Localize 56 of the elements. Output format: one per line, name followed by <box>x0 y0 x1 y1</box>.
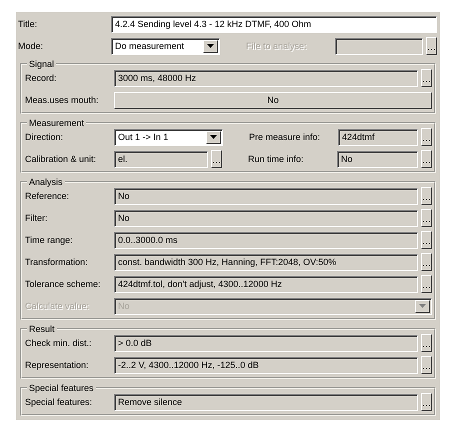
title-field[interactable]: 4.2.4 Sending level 4.3 - 12 kHz DTMF, 400 Ohm <box>111 16 437 32</box>
field-label: Special features: <box>25 397 94 407</box>
field-label: Mode: <box>18 41 44 51</box>
browse-button[interactable] <box>211 150 222 168</box>
group-title: Result <box>28 324 56 334</box>
field-label: Record: <box>25 73 58 83</box>
field-label: Direction: <box>25 132 64 142</box>
field-label: Run time info: <box>248 154 305 164</box>
text-field[interactable]: 0.0..3000.0 ms <box>114 232 418 248</box>
text-field[interactable]: Remove silence <box>114 394 418 410</box>
field-label: Filter: <box>25 213 48 223</box>
caret-icon <box>419 304 426 308</box>
text-field[interactable]: 3000 ms, 48000 Hz <box>114 70 418 86</box>
caret-icon <box>210 135 217 139</box>
group-title: Special features <box>28 383 95 393</box>
field-label: Time range: <box>25 235 74 245</box>
caret-icon <box>207 44 214 48</box>
text-field[interactable]: No <box>114 188 418 204</box>
browse-button[interactable] <box>421 275 432 293</box>
dropdown-button[interactable] <box>415 300 430 312</box>
browse-button[interactable] <box>421 231 432 249</box>
browse-button[interactable] <box>421 187 432 205</box>
dropdown-button[interactable] <box>203 40 218 52</box>
field-label: Meas.uses mouth: <box>25 95 100 105</box>
field-label: Reference: <box>25 191 70 201</box>
text-field[interactable]: > 0.0 dB <box>114 334 418 352</box>
text-field[interactable]: 424dtmf.tol, don't adjust, 4300..12000 Hz <box>114 276 418 292</box>
browse-button[interactable] <box>421 209 432 227</box>
field-label: Pre measure info: <box>249 132 322 142</box>
dropdown-button[interactable] <box>206 130 221 144</box>
group-title: Signal <box>28 59 56 69</box>
text-field[interactable]: const. bandwidth 300 Hz, Hanning, FFT:2048, OV:50% <box>114 254 418 270</box>
field-label: Tolerance scheme: <box>25 279 102 289</box>
browse-button[interactable] <box>421 128 432 146</box>
text-field[interactable]: 424dtmf <box>338 128 418 146</box>
browse-button[interactable] <box>421 69 432 87</box>
field-label: Check min. dist.: <box>25 338 93 348</box>
file-field[interactable] <box>335 38 423 54</box>
field-label: Calibration & unit: <box>25 154 98 164</box>
dropdown-field[interactable]: Out 1 -> In 1 <box>114 128 223 146</box>
browse-button[interactable] <box>421 356 432 374</box>
text-field[interactable]: el. <box>114 150 208 168</box>
browse-button[interactable] <box>421 393 432 411</box>
browse-button[interactable] <box>421 253 432 271</box>
browse-button[interactable] <box>421 150 432 168</box>
group-title: Analysis <box>28 177 64 187</box>
field-label: Transformation: <box>25 257 89 267</box>
field-label: Title: <box>18 19 38 29</box>
text-field[interactable]: -2..2 V, 4300..12000 Hz, -125..0 dB <box>114 356 418 374</box>
text-field[interactable]: No <box>337 150 418 168</box>
browse-button[interactable] <box>421 334 432 352</box>
group-title: Measurement <box>28 118 86 128</box>
text-field[interactable]: No <box>114 210 418 226</box>
dropdown-field[interactable]: Do measurement <box>111 38 220 54</box>
field-label: Representation: <box>25 360 90 370</box>
toggle-button[interactable]: No <box>114 92 432 108</box>
